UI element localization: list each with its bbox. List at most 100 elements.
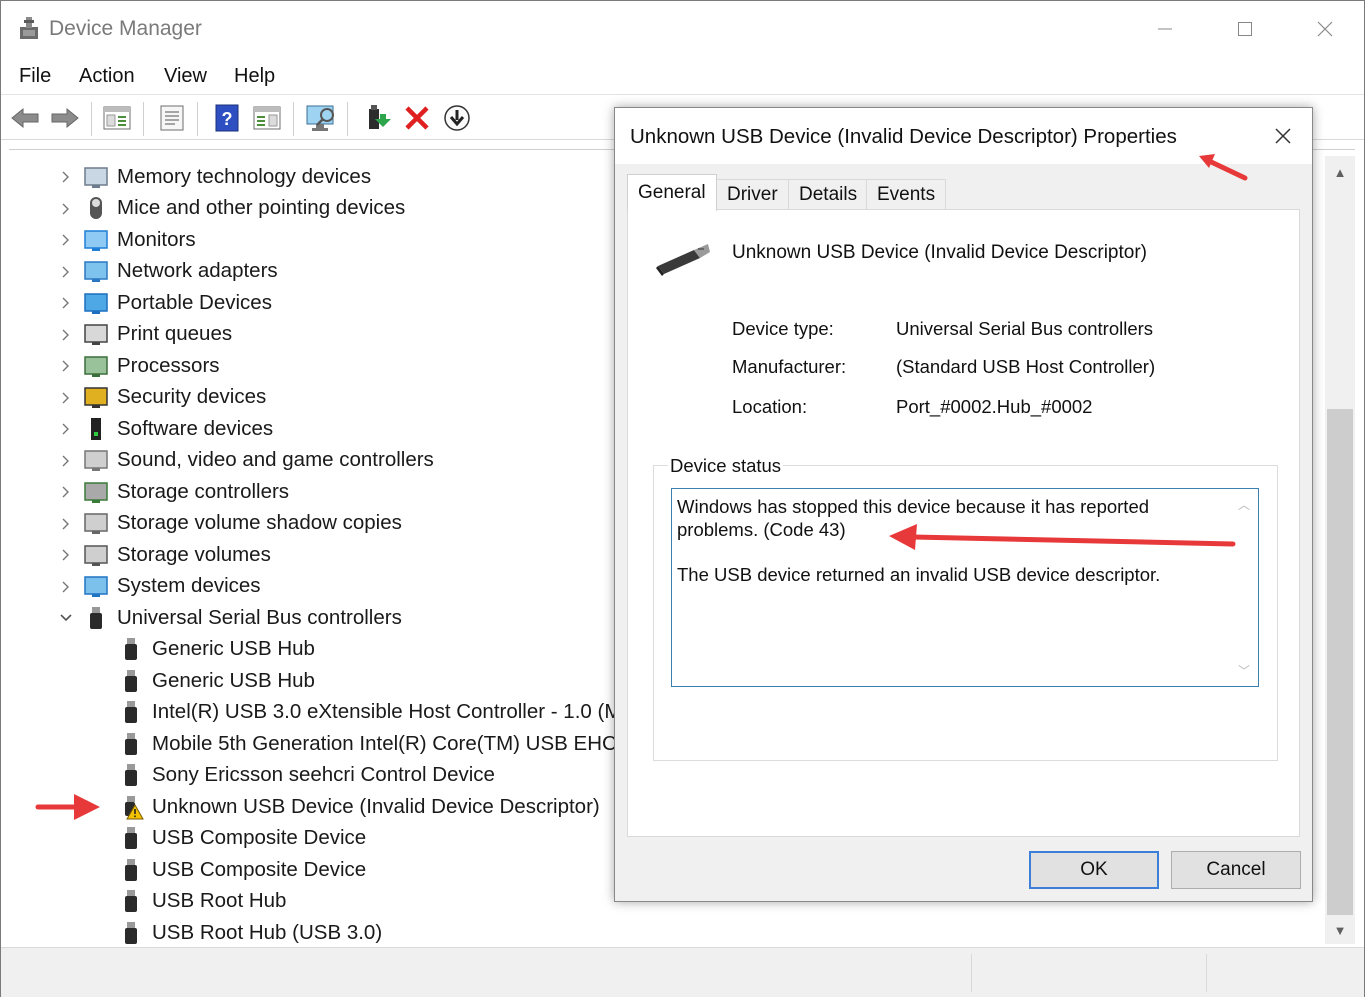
tree-category-row[interactable]: Memory technology devices [59,161,371,192]
scroll-down-icon[interactable]: ▼ [1325,918,1355,942]
chevron-right-icon[interactable] [59,391,73,405]
tree-category-row[interactable]: Software devices [59,413,273,444]
tree-category-row[interactable]: Universal Serial Bus controllers [59,602,402,633]
tree-category-row[interactable]: Print queues [59,319,232,350]
tree-category-row[interactable]: System devices [59,571,261,602]
tree-device-row[interactable]: USB Composite Device [118,823,366,854]
usb-device-icon [125,732,137,755]
chevron-right-icon[interactable] [59,328,73,342]
portable-device-icon [84,292,108,314]
tree-category-label: Universal Serial Bus controllers [117,605,402,629]
tree-category-label: Storage volumes [117,542,271,566]
tree-category-row[interactable]: Storage volumes [59,539,271,570]
shadow-copy-icon [84,513,108,534]
tree-device-row[interactable]: Generic USB Hub [118,634,315,665]
forward-arrow-icon [51,107,79,129]
chevron-right-icon[interactable] [59,485,73,499]
tree-device-label: USB Root Hub [152,889,287,912]
tab-general[interactable]: General [627,174,717,211]
tree-category-row[interactable]: Security devices [59,382,266,413]
tree-device-row[interactable]: Sony Ericsson seehcri Control Device [118,760,495,791]
chevron-right-icon[interactable] [59,517,73,531]
cancel-button[interactable]: Cancel [1171,851,1301,889]
usb-device-icon [125,827,137,849]
uninstall-device-button[interactable] [401,102,433,134]
speaker-icon [84,450,108,471]
menu-view[interactable]: View [164,65,207,88]
chevron-right-icon[interactable] [59,580,73,594]
chevron-right-icon[interactable] [59,422,73,436]
system-device-icon [84,576,108,597]
tree-device-row[interactable]: Generic USB Hub [118,665,315,696]
tab-driver[interactable]: Driver [716,179,789,210]
tree-category-row[interactable]: Portable Devices [59,287,272,318]
dialog-title: Unknown USB Device (Invalid Device Descr… [630,125,1177,148]
tree-device-row-warning[interactable]: Unknown USB Device (Invalid Device Descr… [118,791,600,822]
menu-help[interactable]: Help [234,65,275,88]
menu-bar: File Action View Help [1,59,1364,95]
usb-device-icon [125,701,137,723]
update-driver-button[interactable] [361,102,393,134]
usb-device-icon [125,921,137,944]
chevron-right-icon[interactable] [59,202,73,216]
scan-hardware-button[interactable] [305,102,337,134]
maximize-button[interactable] [1215,7,1275,51]
menu-file[interactable]: File [19,65,51,88]
dialog-close-button[interactable] [1265,120,1301,152]
storage-volume-icon [84,544,108,566]
printer-icon [84,324,108,345]
tree-device-row[interactable]: Intel(R) USB 3.0 eXtensible Host Control… [118,697,694,728]
tree-category-row[interactable]: Monitors [59,224,196,255]
tab-events[interactable]: Events [866,179,947,210]
memory-icon [84,166,108,188]
tree-category-label: Memory technology devices [117,164,372,188]
disable-device-icon [444,105,470,131]
disable-device-button[interactable] [441,102,473,134]
menu-action[interactable]: Action [79,65,135,88]
status-bar [1,947,1364,997]
tree-category-row[interactable]: Storage volume shadow copies [59,508,402,539]
tree-category-row[interactable]: Sound, video and game controllers [59,445,434,476]
tree-category-row[interactable]: Network adapters [59,256,278,287]
tree-device-row[interactable]: USB Root Hub (USB 3.0) [118,917,382,945]
tree-category-row[interactable]: Storage controllers [59,476,289,507]
help-button[interactable]: ? [211,102,243,134]
console-tree-button[interactable] [101,102,133,134]
device-status-textbox[interactable]: Windows has stopped this device because … [671,488,1259,687]
tree-device-row[interactable]: USB Composite Device [118,854,366,885]
tree-device-row[interactable]: USB Root Hub [118,886,286,917]
close-icon [1317,21,1333,37]
tree-device-label: Unknown USB Device (Invalid Device Descr… [152,794,600,818]
chevron-right-icon[interactable] [59,233,73,247]
chevron-right-icon[interactable] [59,548,73,562]
tree-vertical-scrollbar[interactable]: ▲ ▼ [1325,156,1355,944]
tab-details[interactable]: Details [788,179,869,210]
close-button[interactable] [1295,7,1355,51]
ok-button[interactable]: OK [1029,851,1159,889]
tree-category-row[interactable]: Processors [59,350,220,381]
dialog-title-bar: Unknown USB Device (Invalid Device Descr… [615,108,1312,164]
chevron-down-icon[interactable] [59,611,73,625]
properties-button[interactable] [156,102,188,134]
action-pane-button[interactable] [251,102,283,134]
forward-button[interactable] [49,102,81,134]
chevron-right-icon[interactable] [59,359,73,373]
scroll-down-icon[interactable]: ﹀ [1230,659,1258,681]
chevron-right-icon[interactable] [59,296,73,310]
chevron-right-icon[interactable] [59,454,73,468]
tree-category-row[interactable]: Mice and other pointing devices [59,193,405,224]
tree-category-label: Mice and other pointing devices [117,196,406,219]
back-button[interactable] [9,102,41,134]
show-hide-console-tree-icon [103,106,131,130]
tree-device-label: USB Composite Device [152,826,367,849]
scroll-up-icon[interactable]: ︿ [1230,493,1258,515]
scroll-up-icon[interactable]: ▲ [1325,160,1355,184]
usb-device-icon [125,669,137,692]
status-scrollbar[interactable]: ︿ ﹀ [1230,489,1258,686]
location-label: Location: [732,396,808,417]
scroll-thumb[interactable] [1327,409,1353,915]
device-status-text: Windows has stopped this device because … [677,495,1222,586]
chevron-right-icon[interactable] [59,265,73,279]
minimize-button[interactable] [1135,7,1195,51]
chevron-right-icon[interactable] [59,170,73,184]
